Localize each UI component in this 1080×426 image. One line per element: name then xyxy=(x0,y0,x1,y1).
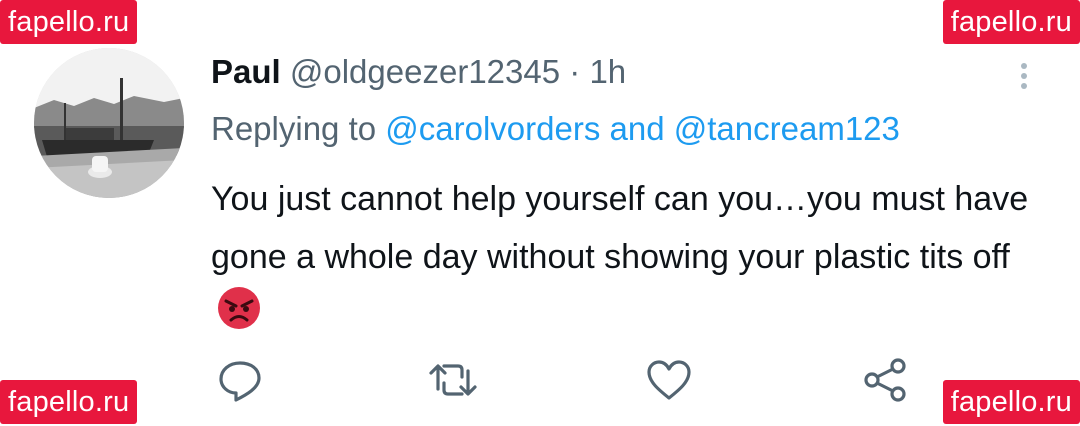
mention-join: and xyxy=(609,110,665,147)
mention-link[interactable]: @tancream123 xyxy=(674,110,900,147)
like-icon[interactable] xyxy=(644,355,694,405)
angry-face-icon xyxy=(217,286,261,348)
retweet-icon[interactable] xyxy=(428,355,478,405)
tweet-header: Paul @oldgeezer12345 · 1h xyxy=(211,52,626,92)
watermark-top-right: fapello.ru xyxy=(942,0,1080,44)
separator-dot: · xyxy=(569,53,581,90)
tweet-body: You just cannot help yourself can you…yo… xyxy=(211,170,1051,348)
more-options-icon[interactable] xyxy=(1016,52,1030,92)
replying-prefix: Replying to xyxy=(211,110,377,147)
tweet-text: You just cannot help yourself can you…yo… xyxy=(211,180,1029,276)
replying-to: Replying to @carolvorders and @tancream1… xyxy=(211,108,900,150)
avatar[interactable] xyxy=(34,48,184,198)
watermark-top-left: fapello.ru xyxy=(0,0,138,44)
author-handle[interactable]: @oldgeezer12345 xyxy=(290,53,560,90)
action-bar xyxy=(0,355,1080,405)
mention-link[interactable]: @carolvorders xyxy=(385,110,600,147)
reply-icon[interactable] xyxy=(215,355,265,405)
avatar-photo xyxy=(34,48,184,198)
timestamp[interactable]: 1h xyxy=(589,53,626,90)
share-icon[interactable] xyxy=(860,355,910,405)
author-name[interactable]: Paul xyxy=(211,53,281,90)
watermark-bottom-left: fapello.ru xyxy=(0,380,138,424)
watermark-bottom-right: fapello.ru xyxy=(942,380,1080,424)
